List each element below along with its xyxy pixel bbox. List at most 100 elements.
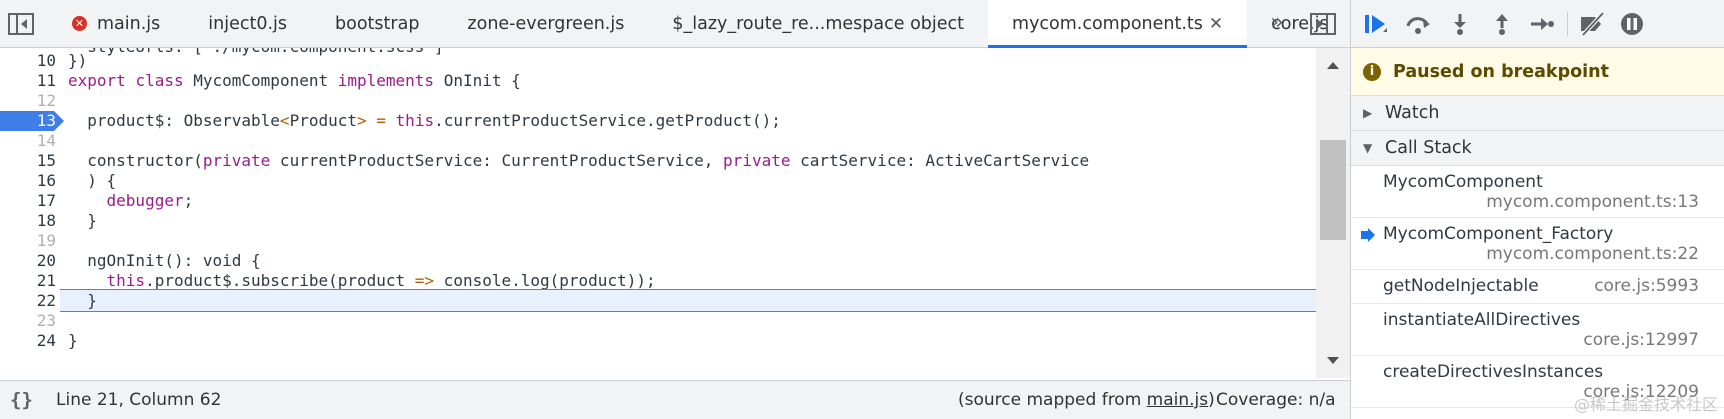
editor-tab-label: $_lazy_route_re...mespace object bbox=[672, 13, 965, 34]
editor-tab[interactable]: mycom.component.ts ✕ bbox=[988, 0, 1248, 48]
code-text: product$: Observable<Product> = this.cur… bbox=[68, 111, 781, 130]
collapse-triangle-icon: ▼ bbox=[1363, 141, 1373, 155]
step-over-icon[interactable] bbox=[1405, 12, 1431, 36]
call-stack-list: MycomComponent mycom.component.ts:13 Mycom… bbox=[1351, 166, 1724, 419]
code-line[interactable]: 18 } bbox=[0, 210, 1316, 232]
line-number[interactable]: 11 bbox=[0, 70, 56, 92]
scroll-up-icon[interactable] bbox=[1316, 48, 1350, 82]
source-map-info: (source mapped from main.js) bbox=[958, 390, 1215, 410]
editor-tab[interactable]: $_lazy_route_re...mespace object bbox=[648, 0, 988, 47]
code-line[interactable]: 22 } bbox=[0, 289, 1316, 312]
code-line[interactable]: 10}) bbox=[0, 50, 1316, 72]
step-into-icon[interactable] bbox=[1447, 12, 1473, 36]
step-out-icon[interactable] bbox=[1489, 12, 1515, 36]
code-text: } bbox=[68, 331, 78, 350]
scroll-thumb[interactable] bbox=[1320, 140, 1346, 240]
paused-message: Paused on breakpoint bbox=[1393, 61, 1609, 82]
editor-tabs: ✕ main.js inject0.js bootstrap zone-evergree… bbox=[48, 0, 1353, 48]
call-frame-function: createDirectivesInstances bbox=[1383, 362, 1604, 382]
code-line[interactable]: 15 constructor(private currentProductSer… bbox=[0, 150, 1316, 172]
call-frame[interactable]: getNodeInjectable core.js:5993 bbox=[1351, 270, 1724, 304]
editor-scrollbar[interactable] bbox=[1316, 48, 1350, 378]
call-frame-location[interactable]: mycom.component.ts:22 bbox=[1486, 244, 1699, 264]
call-frame-function: getNodeInjectable bbox=[1383, 276, 1539, 296]
more-tabs-icon[interactable]: » bbox=[1262, 8, 1292, 38]
editor-status-bar: {} Line 21, Column 62 (source mapped fro… bbox=[0, 380, 1350, 419]
code-text: ngOnInit(): void { bbox=[68, 251, 261, 270]
scroll-down-icon[interactable] bbox=[1316, 344, 1350, 378]
sources-panel: ✕ main.js inject0.js bootstrap zone-evergree… bbox=[0, 0, 1350, 419]
call-frame-location[interactable]: mycom.component.ts:13 bbox=[1486, 192, 1699, 212]
watch-section-header[interactable]: ▶ Watch bbox=[1351, 96, 1724, 131]
code-line[interactable]: 20 ngOnInit(): void { bbox=[0, 250, 1316, 272]
code-line[interactable]: 19 bbox=[0, 230, 1316, 252]
code-text: constructor(private currentProductServic… bbox=[68, 151, 1090, 170]
call-frame[interactable]: instantiateAllDirectives core.js:12997 bbox=[1351, 304, 1724, 356]
source-map-link[interactable]: main.js bbox=[1147, 390, 1208, 410]
editor-tab[interactable]: ✕ main.js bbox=[48, 0, 184, 47]
source-map-suffix: ) bbox=[1208, 390, 1215, 410]
line-number[interactable]: 20 bbox=[0, 250, 56, 272]
editor-tab-bar: ✕ main.js inject0.js bootstrap zone-evergree… bbox=[0, 0, 1350, 48]
code-text: debugger; bbox=[106, 191, 194, 210]
code-line[interactable]: 16 ) { bbox=[0, 170, 1316, 192]
line-number[interactable]: 19 bbox=[0, 230, 56, 252]
close-tab-icon[interactable]: ✕ bbox=[1209, 14, 1223, 34]
line-number[interactable]: 18 bbox=[0, 210, 56, 232]
call-frame-location[interactable]: core.js:12997 bbox=[1583, 330, 1699, 350]
line-number[interactable]: 21 bbox=[0, 270, 56, 292]
code-text: } bbox=[68, 291, 97, 310]
code-line[interactable]: 13 product$: Observable<Product> = this.… bbox=[0, 110, 1316, 132]
pause-on-exceptions-icon[interactable] bbox=[1619, 12, 1645, 36]
toolbar-separator bbox=[1567, 12, 1568, 36]
editor-tab[interactable]: inject0.js bbox=[184, 0, 311, 47]
code-text: } bbox=[68, 211, 97, 230]
source-map-prefix: (source mapped from bbox=[958, 390, 1147, 410]
line-number[interactable]: 12 bbox=[0, 90, 56, 112]
callstack-label: Call Stack bbox=[1385, 138, 1472, 158]
editor-tab-label: inject0.js bbox=[208, 13, 288, 34]
resume-icon[interactable] bbox=[1363, 12, 1389, 36]
debugger-sidebar-toggle-icon[interactable] bbox=[1310, 12, 1336, 36]
code-editor[interactable]: styleUrls: ['./mycom.component.scss']10}… bbox=[0, 48, 1350, 378]
code-line[interactable]: 17 debugger; bbox=[0, 190, 1316, 212]
debugger-sidebar: i Paused on breakpoint ▶ Watch ▼ Call St… bbox=[1350, 0, 1724, 419]
deactivate-breakpoints-icon[interactable] bbox=[1579, 12, 1605, 36]
call-frame[interactable]: MycomComponent_Factory mycom.component.ts… bbox=[1351, 218, 1724, 270]
editor-tab-label: main.js bbox=[97, 13, 161, 34]
line-number[interactable]: 22 bbox=[0, 290, 56, 312]
call-frame-function: MycomComponent bbox=[1383, 172, 1543, 192]
code-text: }) bbox=[68, 51, 88, 70]
editor-tab[interactable]: zone-evergreen.js bbox=[443, 0, 648, 47]
line-number[interactable]: 10 bbox=[0, 50, 56, 72]
code-line[interactable]: 12 bbox=[0, 90, 1316, 112]
call-frame-function: MycomComponent_Factory bbox=[1383, 224, 1614, 244]
code-text: export class MycomComponent implements O… bbox=[68, 71, 521, 90]
line-number[interactable]: 13 bbox=[0, 110, 56, 132]
navigator-toggle-icon[interactable] bbox=[8, 12, 34, 36]
line-number[interactable]: 16 bbox=[0, 170, 56, 192]
pretty-print-icon[interactable]: {} bbox=[10, 389, 38, 411]
editor-tab[interactable]: bootstrap bbox=[311, 0, 443, 47]
code-line[interactable]: 24} bbox=[0, 330, 1316, 352]
coverage-status[interactable]: Coverage: n/a bbox=[1216, 390, 1336, 410]
code-line[interactable]: 14 bbox=[0, 130, 1316, 152]
line-number[interactable]: 15 bbox=[0, 150, 56, 172]
expand-triangle-icon: ▶ bbox=[1363, 106, 1373, 120]
line-number[interactable]: 23 bbox=[0, 310, 56, 332]
code-text: ) { bbox=[68, 171, 117, 190]
error-icon: ✕ bbox=[72, 16, 87, 31]
line-number[interactable]: 14 bbox=[0, 130, 56, 152]
watch-label: Watch bbox=[1385, 103, 1440, 123]
step-icon[interactable] bbox=[1529, 12, 1555, 36]
line-number[interactable]: 17 bbox=[0, 190, 56, 212]
call-frame-location[interactable]: core.js:5993 bbox=[1594, 276, 1699, 296]
cursor-position: Line 21, Column 62 bbox=[56, 390, 222, 410]
call-frame[interactable]: MycomComponent mycom.component.ts:13 bbox=[1351, 166, 1724, 218]
code-line[interactable]: 11 export class MycomComponent implements… bbox=[0, 70, 1316, 92]
line-number[interactable]: 24 bbox=[0, 330, 56, 352]
current-line-highlight bbox=[60, 289, 1316, 312]
code-line[interactable]: 23 bbox=[0, 310, 1316, 332]
info-icon: i bbox=[1363, 62, 1381, 81]
callstack-section-header[interactable]: ▼ Call Stack bbox=[1351, 131, 1724, 166]
